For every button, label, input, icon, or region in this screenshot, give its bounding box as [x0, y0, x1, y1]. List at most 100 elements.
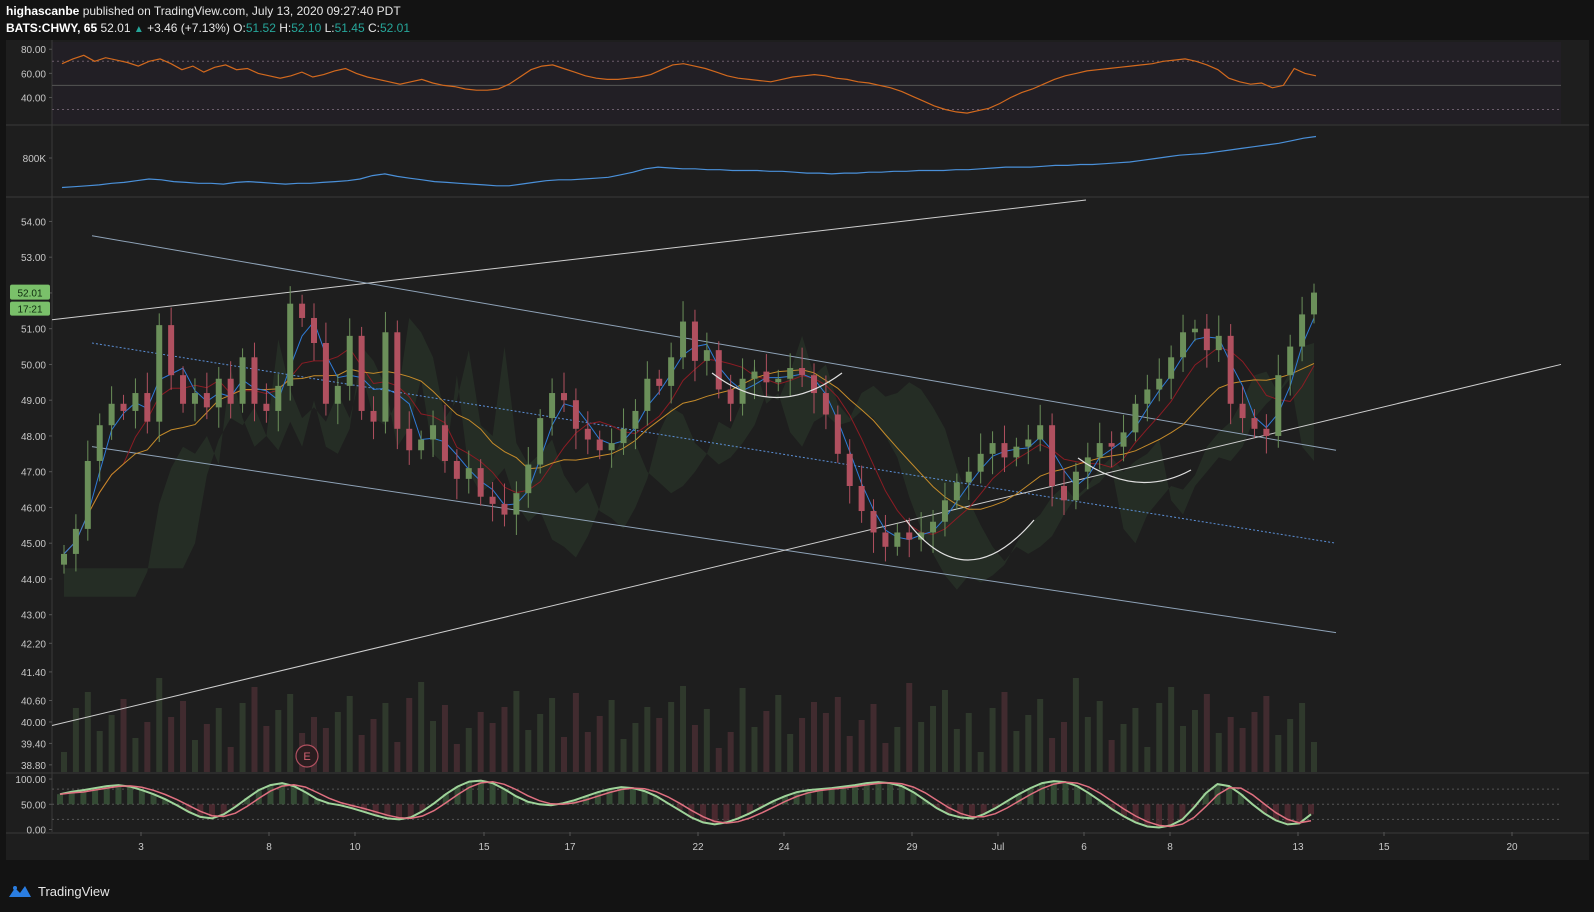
volume-bar	[227, 747, 234, 772]
price-change: +3.46 (+7.13%)	[147, 21, 230, 35]
candle-body	[1311, 292, 1317, 315]
candle-body	[977, 453, 984, 472]
volume-bar	[870, 704, 877, 772]
price-tick-label: 43.00	[21, 611, 46, 622]
brand-name[interactable]: TradingView	[38, 884, 110, 899]
candle-body	[108, 403, 115, 426]
volume-bar	[406, 698, 413, 772]
candle-body	[1144, 389, 1151, 404]
volume-bar	[727, 732, 734, 772]
candle-body	[1037, 425, 1044, 440]
candle-body	[144, 393, 151, 422]
volume-bar	[834, 697, 841, 772]
volume-bar	[191, 740, 198, 772]
volume-bar	[715, 748, 722, 772]
candle-body	[394, 332, 401, 429]
stoch-histogram-bar	[1167, 804, 1174, 826]
open-value: 51.52	[245, 21, 276, 35]
volume-bar	[382, 703, 389, 772]
stoch-histogram-bar	[957, 804, 964, 818]
volume-bar	[858, 720, 865, 772]
volume-bar	[1299, 703, 1306, 772]
volume-bar	[418, 682, 425, 772]
candle-body	[120, 403, 127, 411]
candle-body	[287, 303, 294, 386]
candle-body	[656, 378, 663, 386]
price-tick-label: 49.00	[21, 396, 46, 407]
candle-body	[1215, 335, 1222, 351]
candle-body	[549, 393, 556, 419]
volume-bar	[549, 698, 556, 772]
x-tick-label: 15	[1378, 842, 1390, 853]
volume-bar	[822, 713, 829, 772]
candle-body	[453, 460, 460, 479]
chart-svg[interactable]: 80.0060.0040.00800K54.0053.0052.0051.005…	[6, 40, 1589, 860]
price-tick-label: 47.00	[21, 468, 46, 479]
volume-bar	[156, 678, 163, 772]
stoch-histogram-bar	[138, 790, 145, 805]
last-price-tag-label: 52.01	[17, 289, 42, 300]
candle-body	[370, 410, 377, 422]
price-tick-label: 54.00	[21, 217, 46, 228]
stoch-tick-label: 100.00	[15, 775, 46, 786]
candle-body	[1191, 328, 1198, 333]
rsi-tick-label: 60.00	[21, 69, 46, 80]
candle-body	[870, 511, 877, 533]
candle-body	[1096, 443, 1103, 458]
bar-timer-tag-label: 17:21	[17, 305, 42, 316]
price-tick-label: 48.00	[21, 432, 46, 443]
stoch-histogram-bar	[641, 791, 648, 805]
rsi-tick-label: 80.00	[21, 45, 46, 56]
volume-bar	[1025, 715, 1032, 772]
stoch-histogram-bar	[875, 782, 882, 805]
candle-body	[537, 418, 544, 465]
volume-bar	[596, 716, 603, 772]
price-tick-label: 50.00	[21, 360, 46, 371]
stoch-histogram-bar	[115, 785, 122, 805]
volume-bar	[430, 721, 437, 772]
candle-body	[72, 528, 79, 554]
volume-tick-label: 800K	[23, 154, 47, 165]
candle-body	[822, 393, 829, 415]
high-value: 52.10	[291, 21, 322, 35]
volume-bar	[180, 701, 187, 772]
chart-area[interactable]: 80.0060.0040.00800K54.0053.0052.0051.005…	[6, 40, 1589, 880]
high-label: H:	[279, 21, 292, 35]
volume-bar	[215, 708, 222, 772]
candle-body	[191, 393, 198, 404]
candle-body	[572, 400, 579, 429]
candle-body	[691, 321, 698, 361]
price-tick-label: 39.40	[21, 739, 46, 750]
candle-body	[1263, 428, 1270, 436]
candle-body	[1180, 332, 1187, 358]
stoch-histogram-bar	[723, 804, 730, 823]
volume-bar	[799, 718, 806, 772]
volume-bar	[1072, 678, 1079, 772]
candle-body	[941, 500, 948, 522]
volume-bar	[953, 729, 960, 772]
volume-bar	[1287, 719, 1294, 772]
symbol-name[interactable]: BATS:CHWY, 65	[6, 21, 97, 35]
stoch-histogram-bar	[852, 785, 859, 805]
volume-bar	[906, 683, 913, 772]
price-tick-label: 45.00	[21, 539, 46, 550]
candle-body	[513, 493, 520, 515]
volume-bar	[346, 696, 353, 772]
candle-body	[1013, 446, 1020, 458]
stoch-histogram-bar	[735, 804, 742, 819]
candle-body	[489, 496, 496, 504]
volume-bar	[1263, 696, 1270, 772]
candle-body	[525, 464, 532, 494]
stoch-histogram-bar	[828, 788, 835, 805]
candle-body	[406, 428, 413, 451]
candle-body	[1275, 375, 1282, 436]
author-name[interactable]: highascanbe	[6, 4, 79, 18]
tradingview-logo-icon	[9, 885, 31, 897]
volume-bar	[1096, 701, 1103, 772]
candle-body	[346, 335, 353, 386]
close-label: C:	[367, 21, 380, 35]
stoch-histogram-bar	[863, 783, 870, 805]
candle-body	[501, 503, 508, 515]
candle-body	[251, 357, 258, 404]
volume-bar	[525, 730, 532, 772]
